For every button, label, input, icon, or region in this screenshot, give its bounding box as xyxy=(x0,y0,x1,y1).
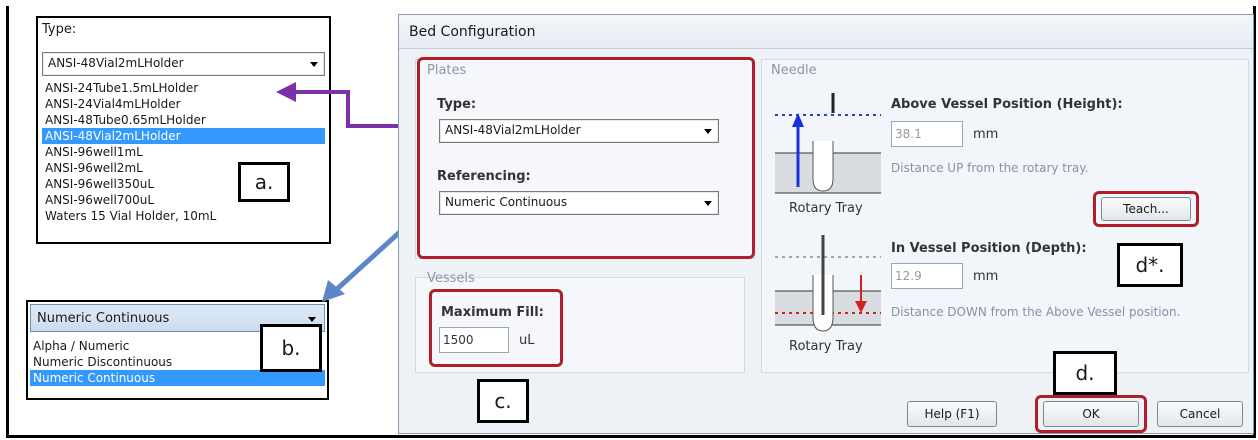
max-fill-input[interactable]: 1500 xyxy=(439,327,509,353)
label-c: c. xyxy=(477,379,529,423)
in-vessel-input[interactable]: 12.9 xyxy=(891,263,963,289)
plates-highlight xyxy=(417,57,755,259)
referencing-value: Numeric Continuous xyxy=(445,195,568,209)
referencing-label: Referencing: xyxy=(437,169,531,184)
plates-group-title: Plates xyxy=(427,63,467,78)
above-position-description: Distance UP from the rotary tray. xyxy=(891,161,1089,175)
label-d-star: d*. xyxy=(1117,243,1183,287)
plates-type-label: Type: xyxy=(437,97,477,112)
max-fill-unit: uL xyxy=(519,333,535,348)
referencing-select[interactable]: Numeric Continuous xyxy=(439,191,719,215)
in-vessel-description: Distance DOWN from the Above Vessel posi… xyxy=(891,305,1181,319)
above-position-input[interactable]: 38.1 xyxy=(891,121,963,147)
chevron-down-icon[interactable] xyxy=(704,201,712,206)
needle-in-vessel-diagram xyxy=(775,235,881,332)
in-vessel-value: 12.9 xyxy=(895,269,922,283)
above-position-value: 38.1 xyxy=(895,127,922,141)
rotary-tray-caption-2: Rotary Tray xyxy=(789,339,863,354)
bed-configuration-dialog: Bed Configuration Plates Type: ANSI-48Vi… xyxy=(398,14,1254,434)
above-position-label: Above Vessel Position (Height): xyxy=(891,97,1123,112)
needle-above-diagram xyxy=(775,93,881,194)
dialog-title: Bed Configuration xyxy=(409,24,536,40)
max-fill-label: Maximum Fill: xyxy=(441,305,544,320)
above-position-unit: mm xyxy=(973,127,999,142)
needle-group-title: Needle xyxy=(771,63,817,78)
label-d: d. xyxy=(1053,351,1117,395)
chevron-down-icon[interactable] xyxy=(704,129,712,134)
plates-type-value: ANSI-48Vial2mLHolder xyxy=(445,123,581,137)
in-vessel-unit: mm xyxy=(973,269,999,284)
ok-button[interactable]: OK xyxy=(1043,401,1139,427)
dialog-title-bar: Bed Configuration xyxy=(399,15,1253,49)
vessels-group-title: Vessels xyxy=(427,271,475,286)
teach-button[interactable]: Teach... xyxy=(1101,197,1191,221)
plates-type-select[interactable]: ANSI-48Vial2mLHolder xyxy=(439,119,719,143)
help-button[interactable]: Help (F1) xyxy=(907,401,997,427)
in-vessel-label: In Vessel Position (Depth): xyxy=(891,241,1087,256)
cancel-button[interactable]: Cancel xyxy=(1157,401,1243,427)
max-fill-value: 1500 xyxy=(443,333,474,347)
rotary-tray-caption-1: Rotary Tray xyxy=(789,201,863,216)
